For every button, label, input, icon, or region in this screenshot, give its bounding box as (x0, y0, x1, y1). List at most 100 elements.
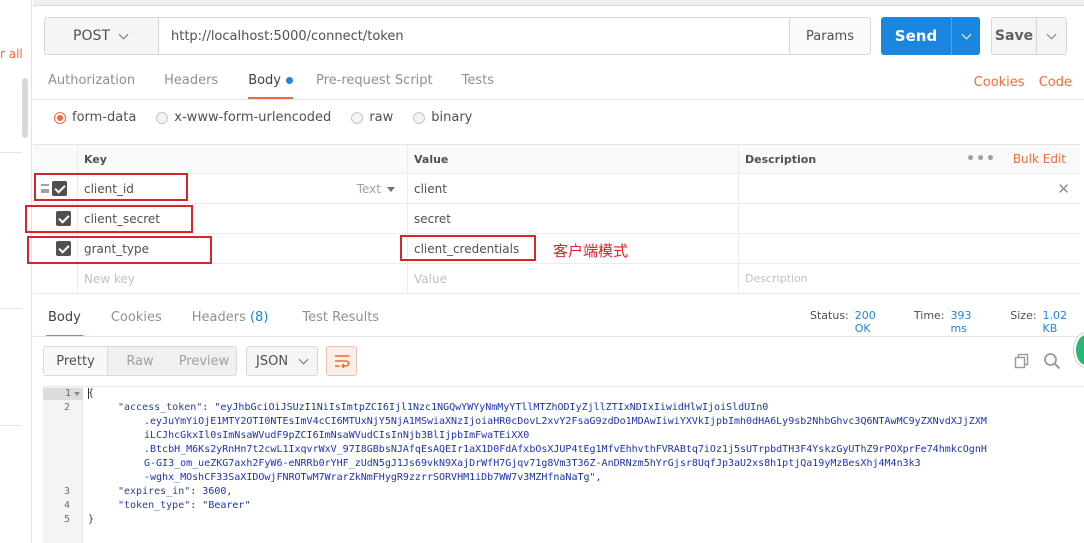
modified-dot-icon (286, 77, 294, 84)
copy-icon[interactable] (1014, 353, 1030, 369)
json-key: "access_token" (118, 402, 203, 413)
new-key-input[interactable]: New key (77, 264, 407, 293)
resp-tab-headers[interactable]: Headers (8) (192, 310, 269, 334)
radio-label: binary (431, 110, 473, 125)
table-header-row: Key Value Description ••• Bulk Edit (33, 145, 1080, 174)
radio-circle-selected (54, 111, 66, 124)
header-description-label: Description (745, 152, 817, 166)
value-input[interactable]: secret (407, 204, 738, 233)
code-line: .BtcbH_M6Ks2yRnHn7t2cwL1IxqvrWxV_97I8GBb… (144, 444, 987, 455)
clear-all-link[interactable]: r all (0, 47, 23, 61)
request-links: Cookies Code (964, 75, 1072, 90)
save-dropdown-button[interactable] (1037, 17, 1067, 55)
value-input[interactable]: client (407, 174, 738, 203)
bulk-edit-link[interactable]: Bulk Edit (1013, 152, 1066, 166)
cookies-link[interactable]: Cookies (974, 75, 1025, 90)
size-value[interactable]: 1.02 KB (1043, 309, 1084, 335)
send-group: Send (881, 17, 980, 55)
request-tab-strip (33, 0, 1084, 6)
view-mode-toggle: Pretty Raw Preview (43, 346, 237, 376)
size-label: Size: (1010, 309, 1037, 322)
description-input[interactable] (738, 234, 1080, 263)
params-button[interactable]: Params (789, 17, 871, 55)
tab-body[interactable]: Body (248, 73, 294, 99)
wrap-lines-icon (334, 355, 349, 368)
request-tabs: Authorization Headers Body Pre-request S… (48, 73, 494, 99)
caret-down-icon (387, 187, 395, 192)
code-line: -wghx_MOshCF33SaXIDOwjFNROTwM7WrarZkNmFH… (144, 472, 602, 483)
view-pretty-button[interactable]: Pretty (44, 347, 108, 375)
tab-prerequest-script[interactable]: Pre-request Script (316, 73, 433, 99)
sidebar-divider (0, 152, 22, 153)
code-line: "token_type": "Bearer" (118, 500, 251, 511)
type-label: Text (356, 182, 381, 196)
body-mode-radios: form-data x-www-form-urlencoded raw bina… (54, 110, 472, 125)
response-body-viewer[interactable]: 1 2 3 4 5 { "access_token": "eyJhbGciOiJ… (43, 386, 1084, 543)
type-select[interactable]: Text (357, 182, 395, 196)
wrap-lines-button[interactable] (326, 346, 357, 376)
sidebar-divider (0, 425, 22, 426)
resp-tab-cookies[interactable]: Cookies (111, 310, 162, 334)
search-icon[interactable] (1043, 352, 1061, 370)
radio-label: form-data (72, 110, 137, 125)
url-bar: POST http://localhost:5000/connect/token… (44, 17, 871, 55)
annotation-box (27, 236, 212, 264)
send-button[interactable]: Send (881, 17, 951, 55)
code-line: "access_token": "eyJhbGciOiJSUzI1NiIsImt… (118, 402, 769, 413)
json-number: 3600, (202, 486, 233, 497)
tab-authorization[interactable]: Authorization (48, 73, 135, 99)
view-raw-button[interactable]: Raw (108, 347, 172, 375)
radio-label: x-www-form-urlencoded (174, 110, 332, 125)
json-key: "expires_in" (118, 486, 191, 497)
sidebar-scrollbar[interactable] (22, 78, 28, 138)
tab-headers[interactable]: Headers (164, 73, 218, 99)
format-label: JSON (256, 353, 289, 369)
radio-label: raw (369, 110, 394, 125)
send-dropdown-button[interactable] (951, 17, 980, 55)
tab-tests[interactable]: Tests (462, 73, 494, 99)
tabs-divider (33, 99, 1084, 100)
tab-body-label: Body (248, 73, 282, 88)
line-number: 3 (63, 486, 70, 497)
chevron-down-icon (118, 29, 129, 39)
radio-raw[interactable]: raw (351, 110, 393, 125)
resp-tab-body[interactable]: Body (46, 310, 83, 337)
close-icon[interactable]: ✕ (1057, 180, 1070, 198)
format-select[interactable]: JSON (246, 346, 318, 376)
annotation-box (34, 173, 188, 201)
history-sidebar: r all (0, 0, 32, 543)
save-button[interactable]: Save (991, 17, 1037, 55)
line-number: 2 (63, 402, 70, 413)
chevron-down-icon (961, 29, 971, 39)
chevron-down-icon (1046, 29, 1057, 39)
code-line: "expires_in": 3600, (118, 486, 233, 497)
view-preview-button[interactable]: Preview (172, 347, 236, 375)
radio-binary[interactable]: binary (413, 110, 472, 125)
fold-arrow-icon[interactable] (74, 392, 80, 396)
resp-tab-test-results[interactable]: Test Results (302, 310, 379, 334)
new-description-input[interactable]: Description (738, 264, 1080, 293)
radio-urlencoded[interactable]: x-www-form-urlencoded (156, 110, 331, 125)
response-tabs: Body Cookies Headers (8) Test Results (46, 310, 379, 337)
annotation-label: 客户端模式 (553, 242, 629, 260)
resp-tab-headers-label: Headers (191, 310, 246, 325)
radio-form-data[interactable]: form-data (54, 110, 136, 125)
time-value[interactable]: 393 ms (951, 309, 991, 335)
header-value: Value (407, 145, 738, 173)
code-line: .eyJuYmYiOjE1MTY2OTI0NTEsImV4cCI6MTUxNjY… (144, 416, 987, 427)
description-input[interactable] (738, 204, 1080, 233)
code-link[interactable]: Code (1039, 75, 1072, 90)
more-options-icon[interactable]: ••• (966, 151, 996, 167)
new-value-input[interactable]: Value (407, 264, 738, 293)
status-value[interactable]: 200 OK (855, 309, 894, 335)
status-label: Status: (810, 309, 849, 322)
json-string: "eyJhbGciOiJSUzI1NiIsImtpZCI6Ijl1Nzc1NGQ… (214, 402, 769, 413)
annotation-box (400, 235, 536, 261)
table-row-new: New key Value Description (33, 264, 1080, 294)
sidebar-divider (0, 308, 22, 309)
method-select[interactable]: POST (44, 17, 158, 55)
json-key: "token_type" (118, 500, 191, 511)
floating-badge[interactable] (1074, 333, 1084, 367)
url-input[interactable]: http://localhost:5000/connect/token (158, 17, 789, 55)
description-input[interactable]: ✕ (738, 174, 1080, 203)
